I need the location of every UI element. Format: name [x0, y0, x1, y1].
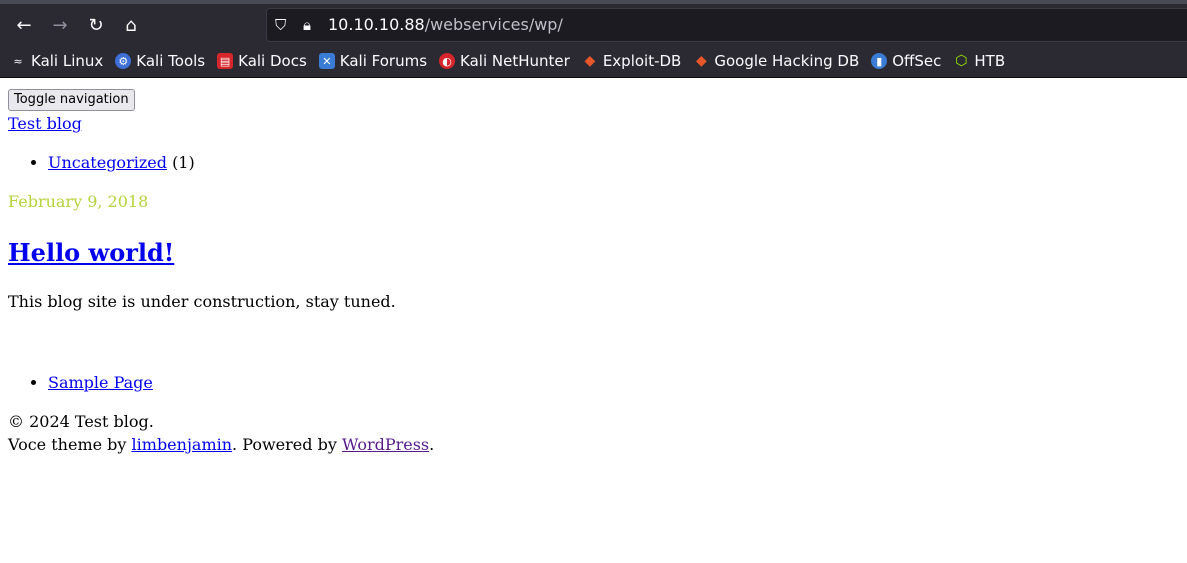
footer-page-item: Sample Page — [48, 371, 1178, 394]
kali-docs-icon: ▤ — [217, 53, 234, 69]
bookmark-kali-forums[interactable]: ✕ Kali Forums — [318, 52, 428, 70]
credits-middle: . Powered by — [232, 434, 342, 454]
category-item: Uncategorized (1) — [48, 151, 1178, 174]
url-host: 10.10.10.88 — [328, 15, 425, 34]
lock-icon[interactable]: 🔒︎ — [303, 16, 311, 34]
page-content: Toggle navigation Test blog Uncategorize… — [8, 88, 1178, 456]
bookmark-label: Kali Forums — [339, 52, 428, 70]
bookmark-label: Kali Tools — [136, 52, 206, 70]
category-count: (1) — [172, 152, 195, 172]
address-bar[interactable]: ⛉ 🔒︎ 10.10.10.88/webservices/wp/ — [266, 8, 1187, 42]
post-title: Hello world! — [8, 238, 1178, 268]
arrow-left-icon[interactable]: ← — [10, 11, 38, 39]
toggle-navigation-button[interactable]: Toggle navigation — [8, 88, 135, 111]
sample-page-link[interactable]: Sample Page — [48, 373, 153, 392]
bookmark-label: Exploit-DB — [602, 52, 682, 70]
exploit-db-icon: ◆ — [584, 53, 596, 69]
htb-icon: ⬡ — [955, 53, 968, 69]
arrow-right-icon[interactable]: → — [46, 11, 74, 39]
bookmarks-toolbar: ≈ Kali Linux ⚙ Kali Tools ▤ Kali Docs ✕ … — [10, 50, 1017, 72]
reload-icon[interactable]: ↻ — [82, 11, 110, 39]
credits-prefix: Voce theme by — [8, 434, 132, 454]
bookmark-label: Kali Linux — [31, 52, 104, 70]
kali-forums-icon: ✕ — [318, 53, 335, 69]
bookmark-htb[interactable]: ⬡ HTB — [953, 52, 1005, 70]
copyright-text: © 2024 Test blog. — [8, 411, 154, 431]
bookmark-google-hacking-db[interactable]: ◆ Google Hacking DB — [693, 52, 859, 70]
bookmark-exploit-db[interactable]: ◆ Exploit-DB — [582, 52, 682, 70]
ghdb-icon: ◆ — [695, 53, 707, 69]
kali-dragon-icon: ≈ — [13, 54, 23, 68]
home-icon[interactable]: ⌂ — [117, 11, 145, 39]
wordpress-link[interactable]: WordPress — [342, 435, 429, 454]
post-title-link[interactable]: Hello world! — [8, 238, 174, 267]
kali-tools-icon: ⚙ — [115, 53, 132, 69]
credits-line: Voce theme by limbenjamin. Powered by Wo… — [8, 433, 1178, 456]
bookmark-label: Google Hacking DB — [714, 52, 860, 70]
url-path: /webservices/wp/ — [424, 15, 563, 34]
post-excerpt: This blog site is under construction, st… — [8, 291, 396, 311]
credits-suffix: . — [429, 434, 435, 454]
bookmark-kali-nethunter[interactable]: ◐ Kali NetHunter — [439, 52, 570, 70]
bookmark-label: Kali NetHunter — [460, 52, 570, 70]
url-text[interactable]: 10.10.10.88/webservices/wp/ — [328, 15, 563, 34]
bookmark-label: OffSec — [892, 52, 942, 70]
site-title-link[interactable]: Test blog — [8, 113, 1178, 135]
nethunter-icon: ◐ — [439, 53, 456, 69]
theme-author-link[interactable]: limbenjamin — [132, 435, 233, 454]
category-link[interactable]: Uncategorized — [48, 153, 167, 172]
browser-chrome: ← → ↻ ⌂ ⛉ 🔒︎ 10.10.10.88/webservices/wp/… — [0, 0, 1187, 78]
bookmark-offsec[interactable]: ▮ OffSec — [871, 52, 941, 70]
bookmark-kali-tools[interactable]: ⚙ Kali Tools — [115, 52, 205, 70]
shield-icon[interactable]: ⛉ — [275, 16, 286, 34]
bookmark-kali-linux[interactable]: ≈ Kali Linux — [10, 52, 103, 70]
category-list: Uncategorized (1) — [8, 151, 1178, 174]
bookmark-kali-docs[interactable]: ▤ Kali Docs — [217, 52, 307, 70]
tab-strip-edge — [0, 0, 1187, 4]
post-date: February 9, 2018 — [8, 191, 149, 211]
offsec-icon: ▮ — [871, 53, 888, 69]
footer-page-list: Sample Page — [8, 371, 1178, 394]
bookmark-label: Kali Docs — [238, 52, 307, 70]
bookmark-label: HTB — [974, 52, 1006, 70]
